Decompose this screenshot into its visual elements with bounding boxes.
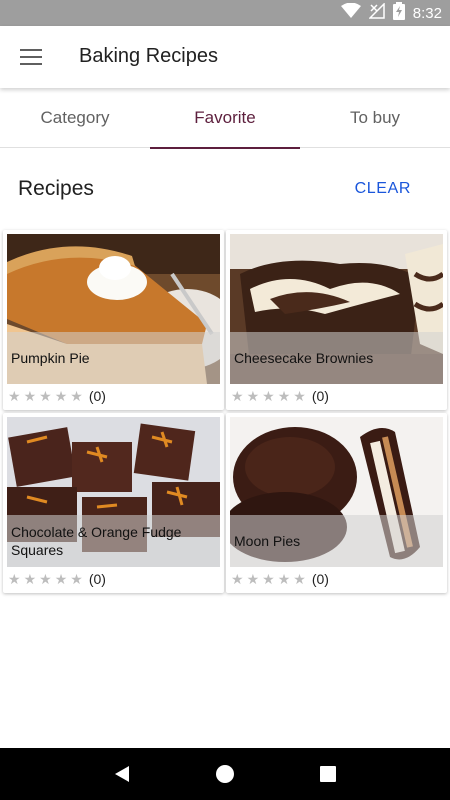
- star-icon: ★: [277, 571, 291, 587]
- recipe-image: Cheesecake Brownies: [230, 234, 443, 384]
- star-icon: ★: [8, 571, 21, 587]
- star-icon: ★: [246, 571, 260, 587]
- battery-charging-icon: [392, 1, 405, 25]
- recipe-image: Pumpkin Pie: [7, 234, 220, 384]
- no-signal-icon: [367, 1, 385, 24]
- star-icon: ★: [23, 388, 37, 404]
- star-icon: ★: [246, 388, 260, 404]
- rating-stars[interactable]: ★ ★ ★ ★ ★ (0): [231, 387, 329, 405]
- recipe-title: Moon Pies: [234, 533, 301, 549]
- star-icon: ★: [54, 571, 68, 587]
- app-title: Baking Recipes: [79, 45, 218, 67]
- recipe-card-cheesecake-brownies[interactable]: Cheesecake Brownies ★ ★ ★ ★ ★ (0): [226, 230, 447, 410]
- star-icon: ★: [8, 388, 21, 404]
- recipe-title: Chocolate & Orange Fudge Squares: [11, 524, 182, 558]
- rating-count: (0): [88, 388, 106, 404]
- recipe-card-chocolate-orange-fudge[interactable]: Chocolate & Orange Fudge Squares ★ ★ ★ ★…: [3, 413, 224, 593]
- rating-count: (0): [88, 571, 106, 587]
- rating-count: (0): [311, 388, 329, 404]
- star-icon: ★: [262, 388, 275, 404]
- rating-count: (0): [311, 571, 329, 587]
- star-icon: ★: [231, 571, 244, 587]
- recipe-title: Pumpkin Pie: [11, 350, 90, 366]
- home-icon[interactable]: [205, 754, 245, 794]
- hamburger-menu-icon[interactable]: [14, 40, 48, 74]
- status-time: 8:32: [412, 4, 442, 22]
- rating-stars[interactable]: ★ ★ ★ ★ ★ (0): [231, 570, 329, 588]
- star-icon: ★: [277, 388, 291, 404]
- star-icon: ★: [54, 388, 68, 404]
- status-bar: 8:32: [0, 0, 450, 26]
- star-icon: ★: [231, 388, 244, 404]
- star-icon: ★: [262, 571, 275, 587]
- star-icon: ★: [70, 388, 83, 404]
- wifi-icon: [340, 2, 361, 24]
- recipe-title: Cheesecake Brownies: [234, 350, 374, 366]
- star-icon: ★: [293, 571, 306, 587]
- tab-category[interactable]: Category: [0, 88, 150, 148]
- star-icon: ★: [70, 571, 83, 587]
- back-icon[interactable]: [102, 754, 142, 794]
- star-icon: ★: [39, 571, 52, 587]
- recents-icon[interactable]: [308, 754, 348, 794]
- recipe-image: Moon Pies: [230, 417, 443, 567]
- star-icon: ★: [23, 571, 37, 587]
- rating-stars[interactable]: ★ ★ ★ ★ ★ (0): [8, 387, 106, 405]
- recipe-card-pumpkin-pie[interactable]: Pumpkin Pie ★ ★ ★ ★ ★ (0): [3, 230, 224, 410]
- tab-favorite[interactable]: Favorite: [150, 88, 300, 149]
- recipe-card-moon-pies[interactable]: Moon Pies ★ ★ ★ ★ ★ (0): [226, 413, 447, 593]
- system-nav-bar: [0, 748, 450, 800]
- section-title: Recipes: [18, 177, 94, 200]
- recipe-image: Chocolate & Orange Fudge Squares: [7, 417, 220, 567]
- tab-bar: Category Favorite To buy: [0, 88, 450, 149]
- tab-to-buy[interactable]: To buy: [300, 88, 450, 148]
- status-icons: 8:32: [340, 0, 442, 26]
- rating-stars[interactable]: ★ ★ ★ ★ ★ (0): [8, 570, 106, 588]
- star-icon: ★: [293, 388, 306, 404]
- star-icon: ★: [39, 388, 52, 404]
- clear-button[interactable]: CLEAR: [355, 180, 411, 198]
- app-bar: Baking Recipes: [0, 26, 450, 88]
